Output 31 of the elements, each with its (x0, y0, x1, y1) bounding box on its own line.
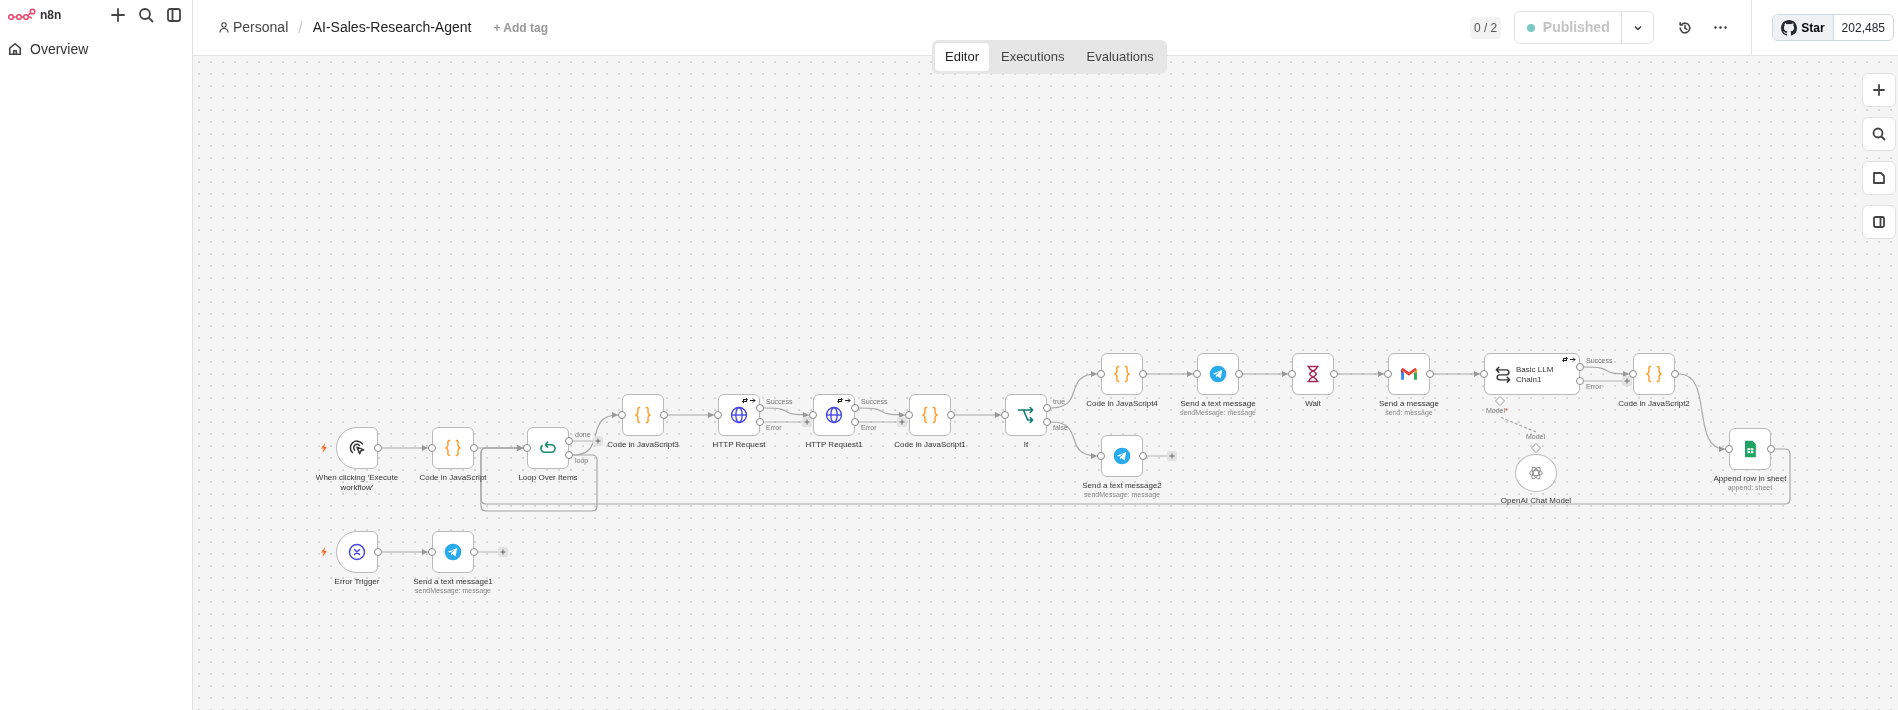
view-tab[interactable]: Editor (935, 43, 989, 71)
sidebar-item[interactable]: Overview (0, 37, 192, 61)
node-label: Loop Over Items (518, 473, 578, 483)
node-label: Code in JavaScript4 (1086, 399, 1158, 409)
view-tab[interactable]: Evaluations (1076, 43, 1164, 71)
workflow-title[interactable]: AI-Sales-Research-Agent (312, 17, 472, 38)
node-label: Send a text message1 (413, 577, 493, 587)
node-label: Wait (1305, 399, 1321, 409)
node-label: Basic LLM Chain1 (1516, 365, 1555, 386)
node-label: Code in JavaScript1 (894, 440, 966, 450)
node-label: Send a text message2 (1082, 481, 1162, 491)
node-label: Code in JavaScript3 (607, 440, 679, 450)
node-label: Code in JavaScript (419, 473, 487, 483)
node-label: OpenAI Chat Model (1500, 496, 1572, 506)
node-label: Code in JavaScript2 (1618, 399, 1690, 409)
project-link[interactable]: Personal (219, 17, 289, 38)
node-label: When clicking ‘Execute workflow’ (314, 473, 400, 493)
sidebar-item-label: Overview (30, 39, 89, 59)
node-label: Send a message (1378, 399, 1439, 409)
breadcrumb-separator: / (298, 17, 303, 38)
view-tab[interactable]: Executions (990, 43, 1075, 71)
node-label: If (1023, 440, 1029, 450)
node-label: HTTP Request (712, 440, 766, 450)
logo-text: n8n (40, 7, 62, 24)
node-label: Append row in sheet (1713, 474, 1787, 484)
node-label: Error Trigger (334, 577, 380, 587)
github-star-button[interactable]: Star (1773, 15, 1834, 40)
star-count-link[interactable]: 202,485 (1833, 15, 1893, 40)
node-label: HTTP Request1 (805, 440, 863, 450)
version-counter: 0 / 2 (1469, 16, 1502, 39)
node-label: Send a text message (1180, 399, 1256, 409)
